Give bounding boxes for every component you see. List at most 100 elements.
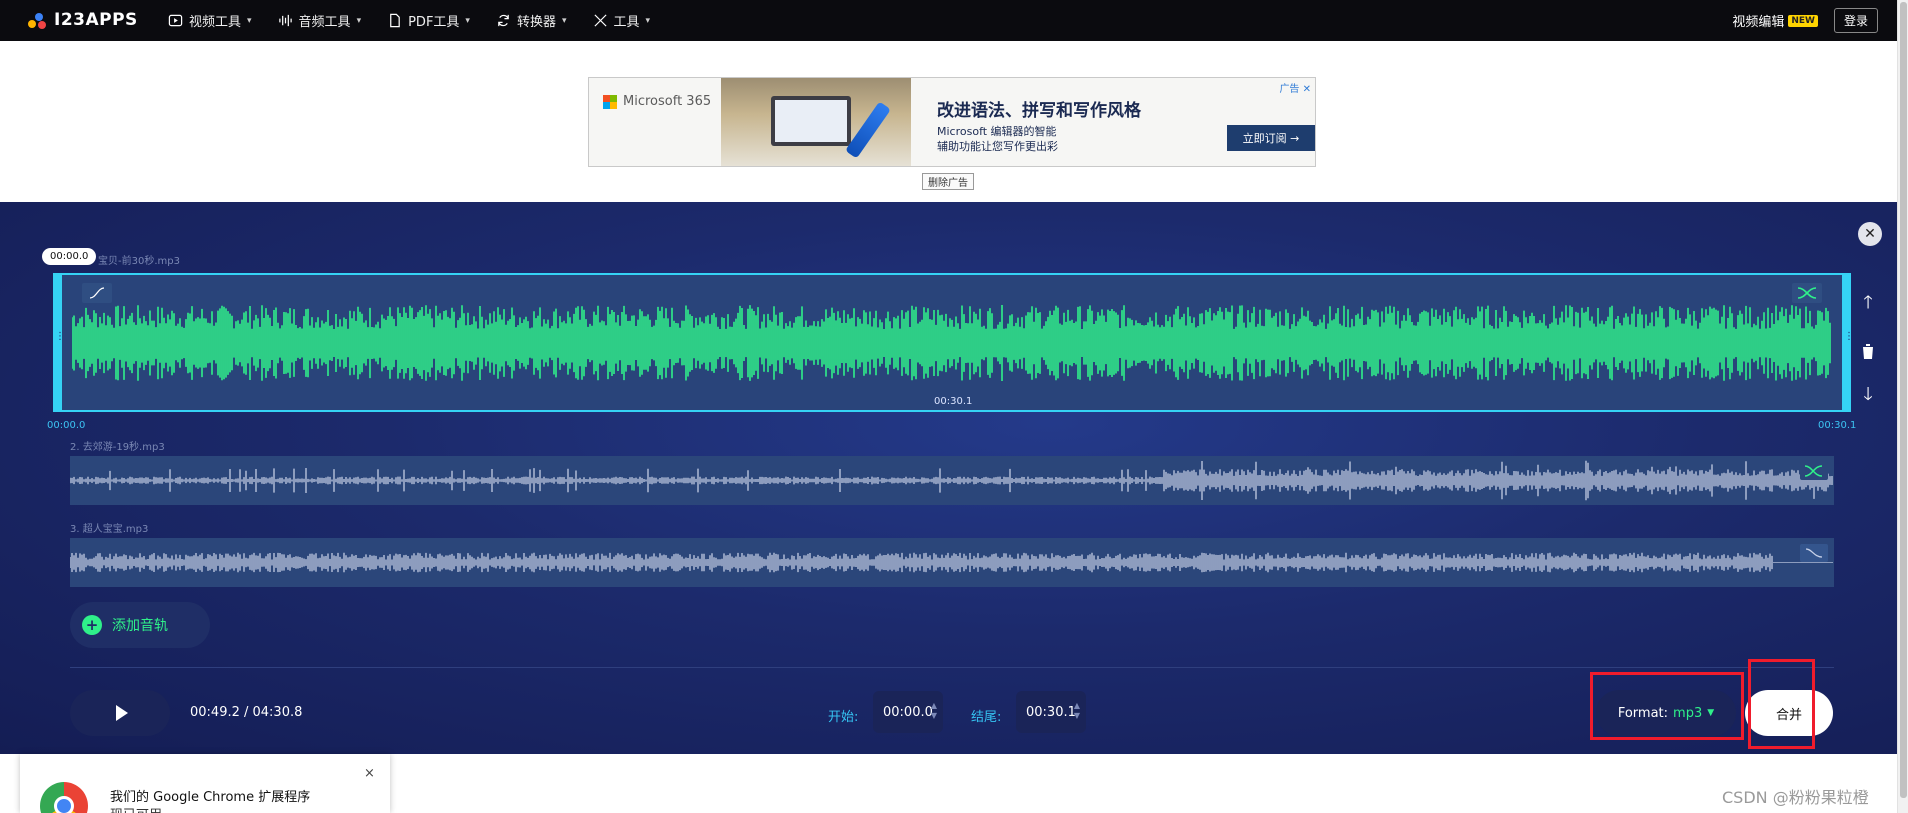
play-button[interactable] (70, 690, 170, 736)
selection-start-time: 00:00.0 (47, 420, 86, 431)
scrollbar-thumb[interactable] (1900, 2, 1907, 798)
pen-image (845, 101, 891, 159)
end-label: 结尾: (971, 710, 1002, 725)
ad-label[interactable]: 广告 ✕ (1279, 80, 1311, 95)
page-bottom: 我们的 Google Chrome 扩展程序 现已可用 × CSDN @粉粉果粒… (0, 754, 1908, 813)
nav-converter[interactable]: 转换器 ▾ (496, 11, 567, 30)
track-side-tools: 🡑 🡓 (1856, 282, 1880, 420)
track-3-waveform (70, 552, 1833, 573)
ad-area: Microsoft 365 改进语法、拼写和写作风格 Microsoft 编辑器… (0, 41, 1908, 202)
nav-converter-label: 转换器 (516, 15, 556, 30)
fade-in-icon (89, 287, 105, 299)
nav-menu: 视频工具 ▾ 音频工具 ▾ PDF工具 ▾ 转换器 ▾ 工具 ▾ (168, 0, 676, 41)
delete-track-button[interactable] (1856, 328, 1880, 374)
ad-brand: Microsoft 365 (603, 94, 711, 109)
track-2[interactable] (70, 456, 1834, 505)
popup-subtitle: 现已可用 (110, 804, 162, 813)
video-edit-link[interactable]: 视频编辑 NEW (1732, 11, 1818, 30)
ad-subline-1: Microsoft 编辑器的智能 (937, 125, 1057, 138)
ad-subscribe-button[interactable]: 立即订阅 → (1227, 125, 1315, 151)
stepper-icon[interactable]: ▲ ▼ (931, 701, 937, 721)
nav-audio-tools[interactable]: 音频工具 ▾ (278, 11, 362, 30)
ad-brand-label: Microsoft 365 (623, 94, 712, 109)
stepper-icon[interactable]: ▲ ▼ (1074, 701, 1080, 721)
divider (70, 667, 1834, 668)
plus-icon: + (82, 615, 102, 635)
new-badge: NEW (1788, 14, 1818, 27)
video-edit-label: 视频编辑 (1732, 15, 1785, 30)
nav-audio-tools-label: 音频工具 (298, 15, 351, 30)
convert-icon (498, 14, 509, 27)
fade-in-button[interactable] (82, 283, 112, 303)
play-icon (115, 705, 128, 721)
nav-video-tools[interactable]: 视频工具 ▾ (168, 11, 252, 30)
move-up-button[interactable]: 🡑 (1856, 282, 1880, 328)
start-time-value: 00:00.0 (883, 704, 933, 720)
chevron-down-icon: ▾ (356, 15, 362, 26)
top-right-actions: 视频编辑 NEW 登录 (1732, 0, 1878, 41)
logo[interactable]: I23APPS (28, 7, 138, 33)
chevron-down-icon: ▾ (645, 15, 651, 26)
crossfade-button[interactable] (1792, 283, 1822, 303)
arrow-down-icon: 🡓 (1863, 384, 1873, 405)
logo-icon (28, 10, 48, 30)
add-track-button[interactable]: + 添加音轨 (70, 602, 210, 648)
tools-icon (593, 14, 607, 27)
move-down-button[interactable]: 🡓 (1856, 374, 1880, 420)
end-time-value: 00:30.1 (1026, 704, 1076, 720)
track-2-waveform (70, 460, 1833, 501)
play-square-icon (168, 14, 183, 27)
chrome-extension-popup[interactable]: 我们的 Google Chrome 扩展程序 现已可用 × (20, 754, 390, 813)
crossfade-icon (1804, 465, 1823, 477)
trim-handle-right[interactable]: ⋮ (1842, 273, 1854, 412)
crossfade-button[interactable] (1800, 462, 1828, 480)
close-icon: ✕ (1864, 226, 1876, 242)
add-track-label: 添加音轨 (112, 618, 168, 634)
nav-tools-label: 工具 (613, 15, 640, 30)
start-time-input[interactable]: 00:00.0 ▲ ▼ (873, 691, 943, 733)
laptop-image (771, 96, 851, 146)
arrow-up-icon: 🡑 (1863, 292, 1873, 313)
fade-out-button[interactable] (1800, 544, 1828, 562)
end-time-input[interactable]: 00:30.1 ▲ ▼ (1016, 691, 1086, 733)
chevron-down-icon: ▾ (247, 15, 252, 26)
audio-editor: ✕ 00:00.0 宝贝-前30秒.mp3 ⋮ ⋮ 00:30.1 00:00.… (0, 202, 1908, 754)
top-nav: I23APPS 视频工具 ▾ 音频工具 ▾ PDF工具 ▾ 转换器 ▾ 工具 ▾ (0, 0, 1908, 41)
trash-icon (1862, 344, 1874, 359)
logo-text: I23APPS (54, 10, 138, 30)
close-editor-button[interactable]: ✕ (1858, 222, 1882, 246)
highlight-box-format (1590, 672, 1744, 740)
ad-headline: 改进语法、拼写和写作风格 (937, 101, 1141, 121)
nav-pdf-tools[interactable]: PDF工具 ▾ (387, 11, 470, 30)
selection-end-time: 00:30.1 (1818, 420, 1857, 431)
popup-close-button[interactable]: × (364, 766, 375, 781)
popup-title: 我们的 Google Chrome 扩展程序 (110, 790, 311, 805)
page-scrollbar[interactable] (1897, 0, 1908, 813)
track-3-name: 3. 超人宝宝.mp3 (70, 524, 149, 535)
fade-out-icon (1805, 548, 1823, 558)
nav-tools[interactable]: 工具 ▾ (593, 11, 651, 30)
playback-time: 00:49.2 / 04:30.8 (190, 705, 303, 720)
crossfade-icon (1797, 287, 1817, 299)
ad-subline-2: 辅助功能让您写作更出彩 (937, 140, 1058, 153)
ad-banner[interactable]: Microsoft 365 改进语法、拼写和写作风格 Microsoft 编辑器… (588, 77, 1316, 167)
nav-video-tools-label: 视频工具 (189, 15, 242, 30)
remove-ad-button[interactable]: 删除广告 (922, 173, 974, 190)
nav-pdf-tools-label: PDF工具 (408, 15, 460, 30)
microsoft-logo-icon (603, 94, 617, 109)
track-3[interactable] (70, 538, 1834, 587)
document-icon (390, 13, 400, 28)
track-1-selected[interactable]: ⋮ ⋮ 00:30.1 (53, 273, 1854, 412)
track-2-name: 2. 去郊游-19秒.mp3 (70, 442, 165, 453)
ad-subline: Microsoft 编辑器的智能 辅助功能让您写作更出彩 (937, 124, 1137, 154)
audio-wave-icon (278, 14, 292, 27)
track-1-waveform (72, 305, 1831, 381)
chrome-logo-icon (40, 782, 88, 813)
chevron-down-icon: ▾ (561, 15, 567, 26)
track-1-duration: 00:30.1 (934, 396, 973, 407)
track-1-name: 宝贝-前30秒.mp3 (98, 256, 180, 267)
chevron-down-icon: ▾ (465, 15, 470, 26)
trim-handle-left[interactable]: ⋮ (53, 273, 65, 412)
login-button[interactable]: 登录 (1833, 8, 1878, 33)
playhead-time[interactable]: 00:00.0 (42, 248, 97, 265)
